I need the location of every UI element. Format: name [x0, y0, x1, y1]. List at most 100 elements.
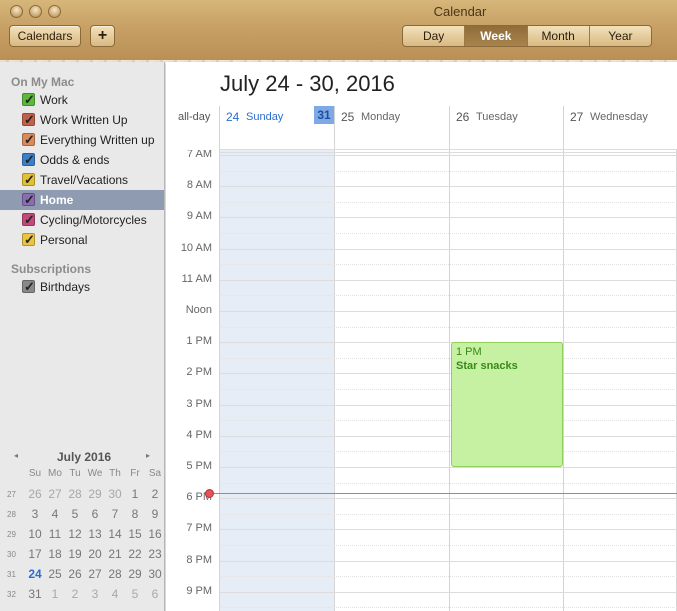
calendar-item-label: Odds & ends: [40, 153, 110, 167]
mini-day[interactable]: 22: [125, 547, 145, 561]
mini-weekday-label: Tu: [69, 468, 81, 479]
mini-day[interactable]: 26: [25, 487, 45, 501]
calendar-item-label: Work Written Up: [40, 113, 128, 127]
hour-line: [219, 249, 677, 250]
mini-day[interactable]: 29: [85, 487, 105, 501]
mini-day[interactable]: 29: [125, 567, 145, 581]
half-hour-line: [219, 576, 677, 577]
mini-day[interactable]: 30: [105, 487, 125, 501]
mini-day[interactable]: 26: [65, 567, 85, 581]
mini-day[interactable]: 10: [25, 527, 45, 541]
checkbox-icon[interactable]: [22, 230, 35, 250]
mini-day[interactable]: 18: [45, 547, 65, 561]
mini-day[interactable]: 3: [25, 507, 45, 521]
hour-line: [219, 373, 677, 374]
mini-day[interactable]: 16: [145, 527, 165, 541]
calendar-item[interactable]: Work Written Up: [0, 110, 164, 130]
mini-day[interactable]: 13: [85, 527, 105, 541]
view-month-button[interactable]: Month: [528, 26, 590, 46]
event-time: 1 PM: [456, 346, 482, 358]
calendar-item[interactable]: Travel/Vacations: [0, 170, 164, 190]
close-window-button[interactable]: [10, 5, 23, 18]
mini-day[interactable]: 1: [125, 487, 145, 501]
mini-prev-month-icon[interactable]: ◂: [14, 451, 18, 460]
calendar-item[interactable]: Personal: [0, 230, 164, 250]
mini-day[interactable]: 24: [25, 567, 45, 581]
mini-day[interactable]: 6: [85, 507, 105, 521]
checkbox-icon[interactable]: [22, 210, 35, 230]
calendar-item[interactable]: Work: [0, 90, 164, 110]
mini-day[interactable]: 14: [105, 527, 125, 541]
mini-day[interactable]: 21: [105, 547, 125, 561]
minimize-window-button[interactable]: [29, 5, 42, 18]
mini-weekday-label: Mo: [48, 468, 62, 479]
day-column-divider: [563, 150, 564, 611]
mini-day[interactable]: 2: [145, 487, 165, 501]
mini-day[interactable]: 1: [45, 587, 65, 601]
mini-day[interactable]: 12: [65, 527, 85, 541]
view-day-button[interactable]: Day: [403, 26, 466, 46]
checkbox-icon[interactable]: [22, 110, 35, 130]
calendar-item[interactable]: Odds & ends: [0, 150, 164, 170]
mini-next-month-icon[interactable]: ▸: [146, 451, 150, 460]
subscription-item-label: Birthdays: [40, 280, 91, 294]
day-column-header[interactable]: 27 Wednesday: [563, 106, 677, 150]
day-column-header[interactable]: 26 Tuesday: [449, 106, 563, 150]
checkbox-icon[interactable]: [22, 130, 35, 150]
mini-week-number: 31: [7, 570, 16, 579]
zoom-window-button[interactable]: [48, 5, 61, 18]
mini-day[interactable]: 31: [25, 587, 45, 601]
mini-day[interactable]: 9: [145, 507, 165, 521]
mini-day[interactable]: 2: [65, 587, 85, 601]
mini-day[interactable]: 4: [105, 587, 125, 601]
calendar-item[interactable]: Everything Written up: [0, 130, 164, 150]
mini-day[interactable]: 27: [85, 567, 105, 581]
mini-week-number: 27: [7, 490, 16, 499]
subscription-item[interactable]: Birthdays: [0, 277, 164, 297]
checkbox-icon[interactable]: [22, 170, 35, 190]
day-column-header[interactable]: 24 Sunday 31: [219, 106, 334, 150]
mini-day[interactable]: 25: [45, 567, 65, 581]
calendar-item[interactable]: Cycling/Motorcycles: [0, 210, 164, 230]
mini-day[interactable]: 28: [105, 567, 125, 581]
view-year-button[interactable]: Year: [590, 26, 651, 46]
mini-day[interactable]: 6: [145, 587, 165, 601]
half-hour-line: [219, 607, 677, 608]
day-number: 26: [456, 110, 470, 124]
mini-day[interactable]: 11: [45, 527, 65, 541]
mini-day[interactable]: 17: [25, 547, 45, 561]
view-week-button[interactable]: Week: [465, 26, 528, 46]
mini-day[interactable]: 5: [65, 507, 85, 521]
mini-day[interactable]: 19: [65, 547, 85, 561]
hour-line: [219, 342, 677, 343]
mini-day[interactable]: 3: [85, 587, 105, 601]
checkbox-icon[interactable]: [22, 277, 35, 297]
mini-week-number: 30: [7, 550, 16, 559]
mini-day[interactable]: 28: [65, 487, 85, 501]
checkbox-icon[interactable]: [22, 190, 35, 210]
checkbox-icon[interactable]: [22, 90, 35, 110]
calendar-item-label: Work: [40, 93, 68, 107]
mini-day[interactable]: 15: [125, 527, 145, 541]
event-star-snacks[interactable]: 1 PM Star snacks: [451, 342, 563, 467]
calendars-button[interactable]: Calendars: [9, 25, 81, 47]
mini-day[interactable]: 20: [85, 547, 105, 561]
mini-day[interactable]: 5: [125, 587, 145, 601]
mini-day[interactable]: 7: [105, 507, 125, 521]
mini-day[interactable]: 30: [145, 567, 165, 581]
mini-day[interactable]: 8: [125, 507, 145, 521]
add-event-button[interactable]: +: [90, 25, 115, 47]
mini-day[interactable]: 27: [45, 487, 65, 501]
time-grid[interactable]: 7 AM 8 AM 9 AM 10 AM 11 AM Noon 1 PM 2 PM 3 PM 4 …: [166, 150, 677, 611]
mini-week-number: 32: [7, 590, 16, 599]
hour-label: 2 PM: [186, 366, 212, 378]
hour-label: 11 AM: [181, 273, 212, 285]
hour-line: [219, 561, 677, 562]
checkbox-icon[interactable]: [22, 150, 35, 170]
mini-day[interactable]: 4: [45, 507, 65, 521]
half-hour-line: [219, 264, 677, 265]
day-column-header[interactable]: 25 Monday: [334, 106, 449, 150]
mini-day[interactable]: 23: [145, 547, 165, 561]
calendar-item[interactable]: Home: [0, 190, 164, 210]
mini-weekday-label: Sa: [148, 468, 162, 479]
